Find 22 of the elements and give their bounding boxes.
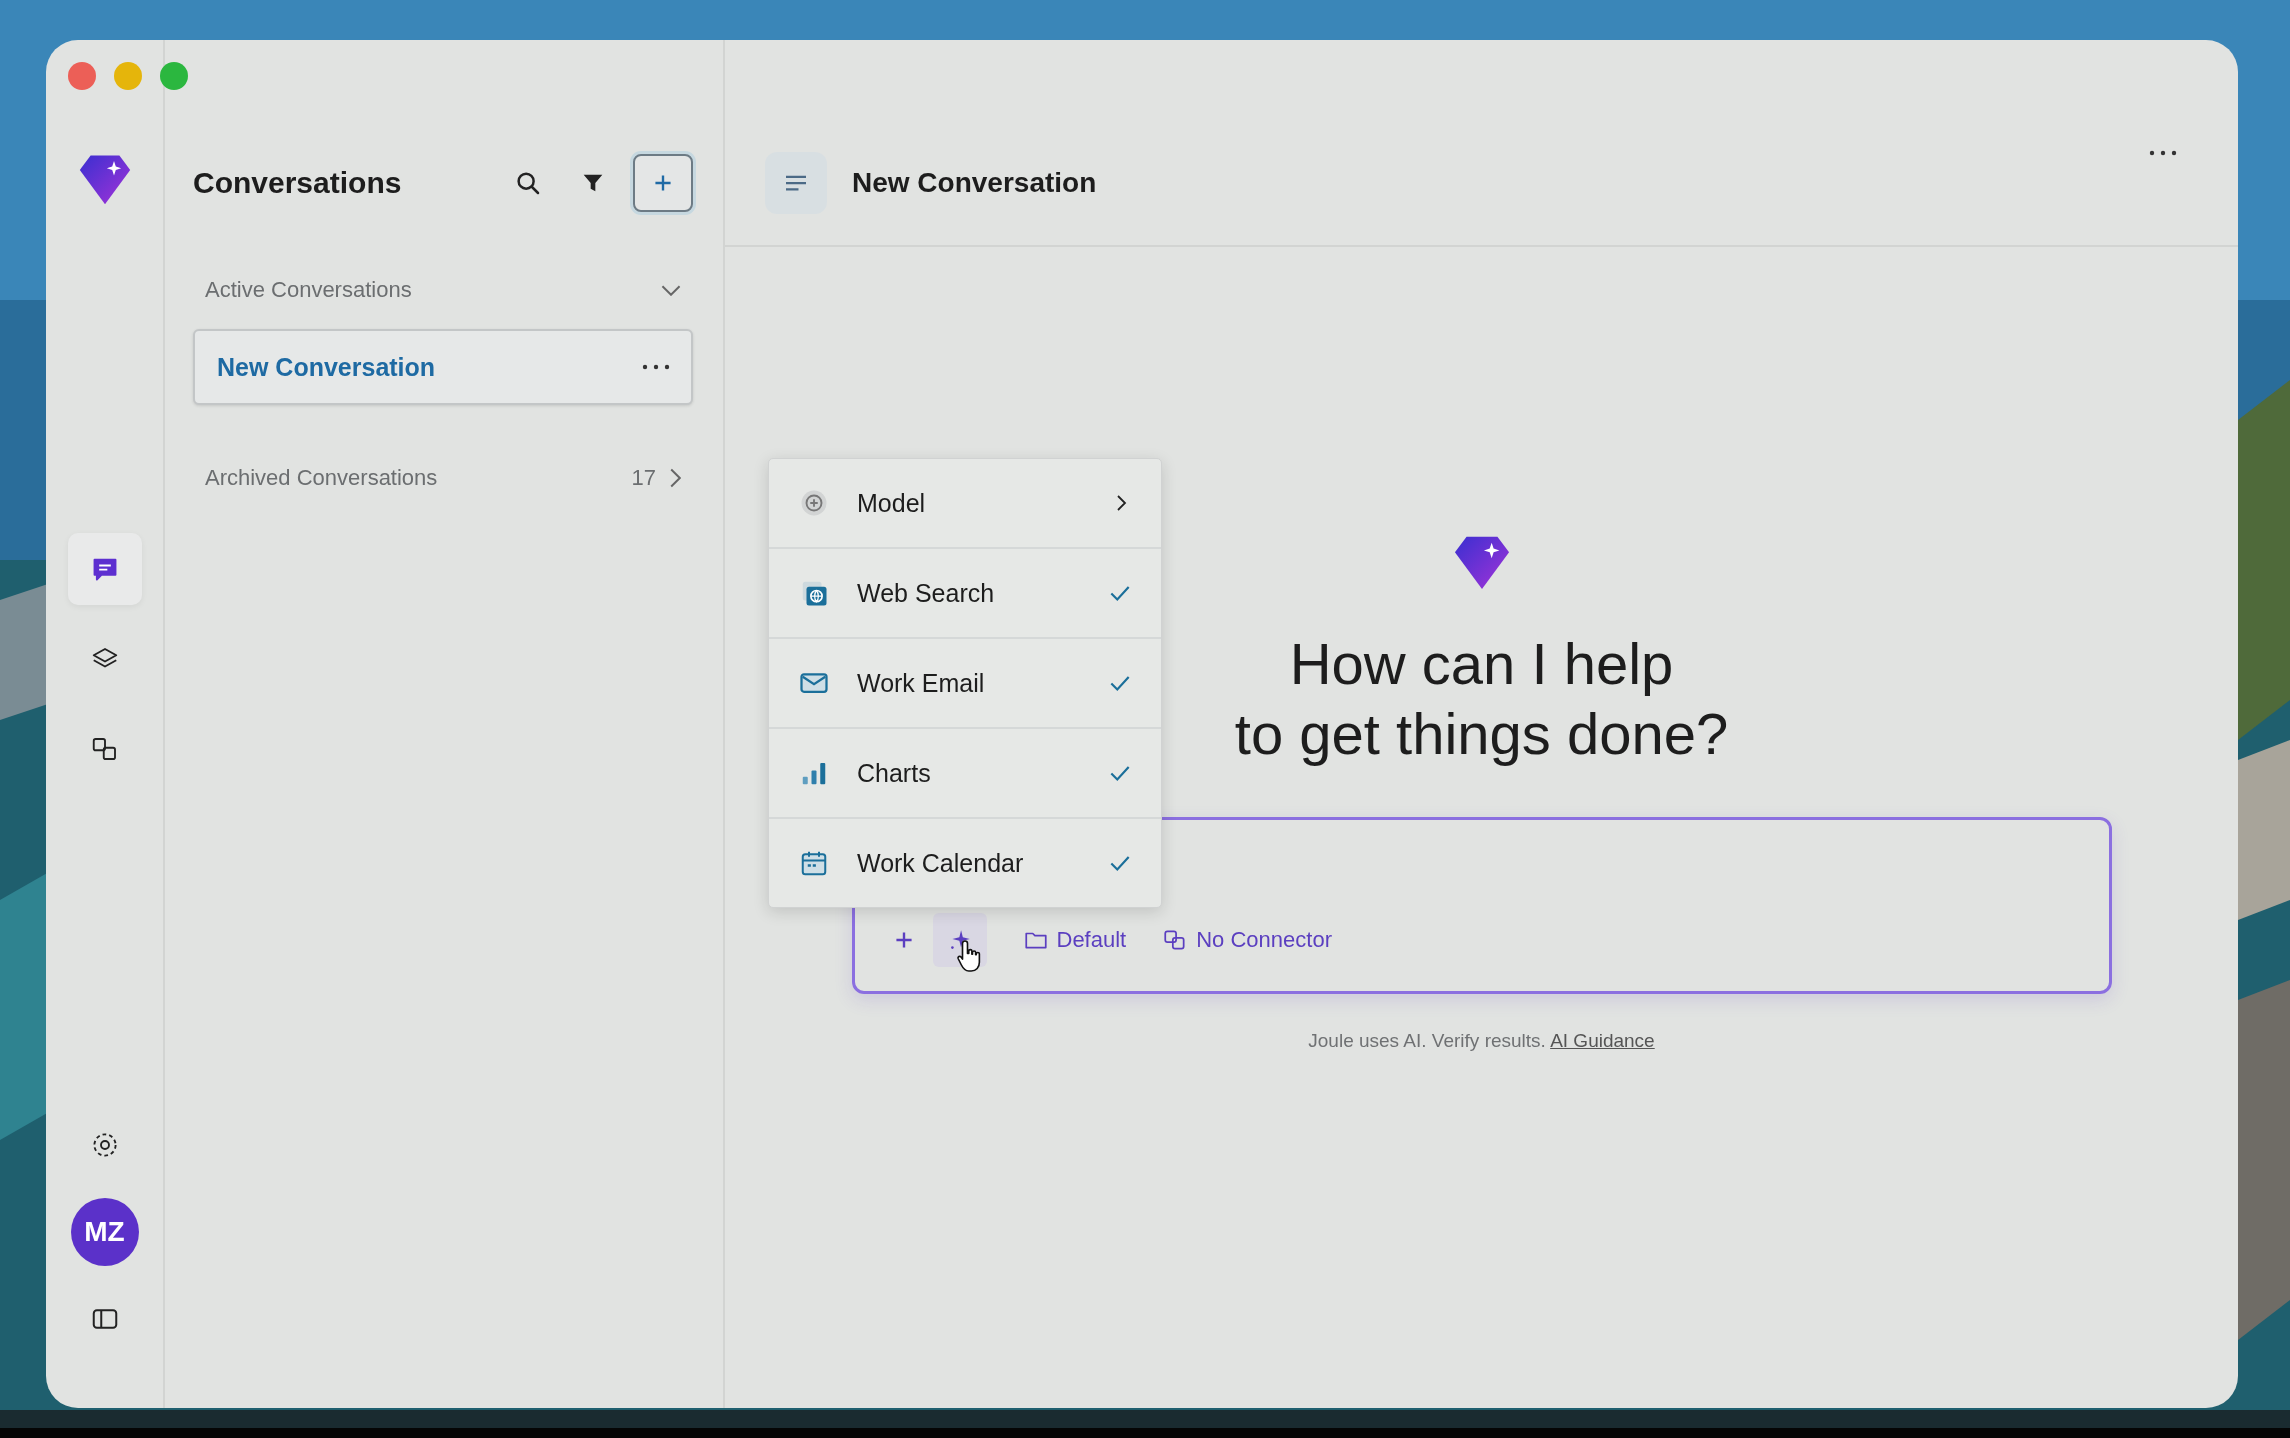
menu-item[interactable]: Work Calendar [769, 817, 1161, 907]
more-icon[interactable] [641, 362, 671, 372]
menu-item[interactable]: Model [769, 459, 1161, 547]
active-conversations-toggle[interactable]: Active Conversations [193, 270, 693, 310]
connector-selector[interactable]: No Connector [1162, 927, 1332, 953]
panel-title: Conversations [193, 166, 402, 200]
archived-conversations-toggle[interactable]: Archived Conversations 17 [193, 458, 693, 498]
guidance-link[interactable]: AI Guidance [1550, 1030, 1655, 1051]
new-conversation-button[interactable] [633, 154, 693, 212]
chat-nav-button[interactable] [67, 533, 142, 605]
user-avatar[interactable]: MZ [70, 1198, 139, 1266]
conversation-title: New Conversation [852, 166, 1098, 199]
menu-item[interactable]: Charts [769, 727, 1161, 817]
menu-item[interactable]: Work Email [769, 637, 1161, 727]
folder-selector[interactable]: Default [1022, 927, 1127, 953]
close-window-button[interactable] [68, 62, 96, 90]
conversation-item[interactable]: New Conversation [193, 329, 693, 405]
disclaimer-text: Joule uses AI. Verify results. AI Guidance [1308, 1030, 1655, 1052]
menu-button[interactable] [765, 151, 827, 214]
add-circle-icon [799, 488, 829, 518]
greeting-heading: How can I help to get things done? [1234, 630, 1729, 768]
menu-item[interactable]: Web Search [769, 547, 1161, 637]
